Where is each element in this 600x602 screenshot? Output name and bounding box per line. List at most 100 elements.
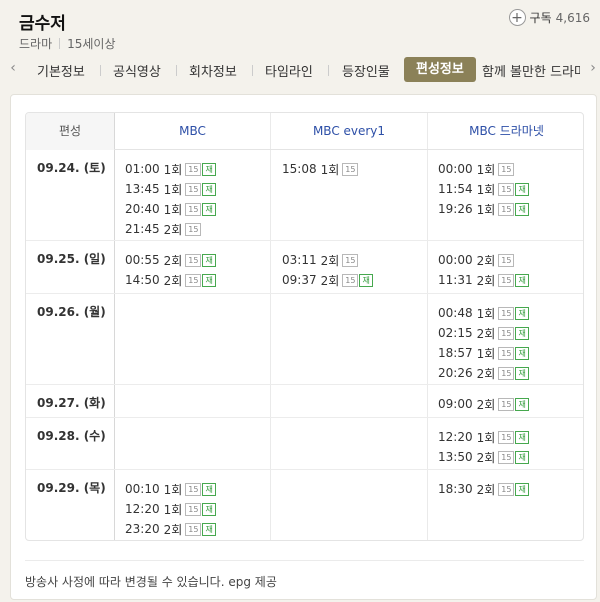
broadcast-time: 09:37	[282, 273, 317, 287]
age-rating-badge: 15	[498, 273, 515, 287]
episode-number: 2회	[476, 482, 496, 497]
broadcast-time: 20:26	[438, 366, 473, 380]
broadcast-entry: 02:15 2회 15 재	[438, 323, 529, 343]
age-rating-badge: 15	[498, 397, 515, 411]
subscribe-label: 구독	[529, 11, 552, 25]
age-rating-badge: 15	[185, 253, 202, 267]
broadcast-entry: 20:26 2회 15 재	[438, 363, 529, 383]
meta-divider	[59, 38, 61, 49]
row-date: 09.29. (목)	[37, 481, 106, 495]
table-row: 09.27. (화) 09:00 2회 15 재	[26, 385, 583, 418]
age-rating-badge: 15	[498, 346, 515, 360]
tab-episode-info[interactable]: 회차정보	[189, 61, 237, 80]
schedule-cell: 00:00 2회 15 11:31 2회 15 재	[438, 250, 529, 290]
tab-basic-info[interactable]: 기본정보	[37, 61, 85, 80]
broadcast-time: 13:50	[438, 450, 473, 464]
age-rating-badge: 15	[498, 450, 515, 464]
subscribe-button[interactable]: + 구독 4,616	[508, 9, 590, 26]
age-rating-badge: 15	[498, 482, 515, 496]
schedule-cell: 01:00 1회 15 재 13:45 1회 15 재 20:40 1회 15 재 21:45 2회 15	[125, 159, 216, 239]
episode-number: 1회	[163, 202, 183, 217]
rerun-badge: 재	[515, 306, 529, 320]
broadcast-entry: 00:55 2회 15 재	[125, 250, 216, 270]
broadcast-entry: 00:00 1회 15	[438, 159, 529, 179]
episode-number: 1회	[476, 202, 496, 217]
age-rating-badge: 15	[185, 202, 202, 216]
broadcast-time: 00:00	[438, 162, 473, 176]
tab-timeline[interactable]: 타임라인	[265, 61, 313, 80]
broadcast-entry: 13:50 2회 15 재	[438, 447, 529, 467]
table-row: 09.29. (목) 00:10 1회 15 재 12:20 1회 15 재 23:20 2회 15 재…	[26, 470, 583, 540]
broadcast-time: 18:30	[438, 482, 473, 496]
broadcast-time: 12:20	[438, 430, 473, 444]
tab-divider	[176, 65, 177, 76]
episode-number: 2회	[476, 450, 496, 465]
broadcast-entry: 13:45 1회 15 재	[125, 179, 216, 199]
age-rating-badge: 15	[342, 253, 359, 267]
rerun-badge: 재	[202, 482, 216, 496]
row-date: 09.25. (일)	[37, 252, 106, 266]
broadcast-time: 21:45	[125, 222, 160, 236]
schedule-cell: 00:10 1회 15 재 12:20 1회 15 재 23:20 2회 15 재	[125, 479, 216, 539]
broadcast-time: 02:15	[438, 326, 473, 340]
broadcast-entry: 20:40 1회 15 재	[125, 199, 216, 219]
broadcast-entry: 00:00 2회 15	[438, 250, 529, 270]
epg-note: 방송사 사정에 따라 변경될 수 있습니다. epg 제공	[25, 575, 277, 589]
schedule-cell: 18:30 2회 15 재	[438, 479, 529, 499]
episode-number: 1회	[476, 346, 496, 361]
tab-recommended[interactable]: 함께 볼만한 드라마	[482, 61, 580, 80]
age-rating-badge: 15	[498, 253, 515, 267]
episode-number: 2회	[163, 522, 183, 537]
episode-number: 1회	[163, 162, 183, 177]
broadcast-time: 00:10	[125, 482, 160, 496]
age-rating-badge: 15	[185, 182, 202, 196]
chevron-right-icon[interactable]: ›	[586, 60, 600, 76]
episode-number: 1회	[163, 482, 183, 497]
schedule-cell: 12:20 1회 15 재 13:50 2회 15 재	[438, 427, 529, 467]
subscribe-count: 4,616	[555, 10, 590, 25]
broadcast-entry: 18:57 1회 15 재	[438, 343, 529, 363]
episode-number: 2회	[476, 253, 496, 268]
episode-number: 2회	[476, 366, 496, 381]
genre-label: 드라마	[19, 37, 53, 51]
episode-number: 2회	[163, 222, 183, 237]
broadcast-entry: 23:20 2회 15 재	[125, 519, 216, 539]
tab-cast[interactable]: 등장인물	[342, 61, 390, 80]
plus-circle-icon[interactable]: +	[508, 9, 526, 26]
program-header: 금수저 드라마 15세이상 + 구독 4,616	[0, 0, 600, 58]
rerun-badge: 재	[202, 522, 216, 536]
rerun-badge: 재	[515, 450, 529, 464]
rerun-badge: 재	[202, 273, 216, 287]
broadcast-time: 01:00	[125, 162, 160, 176]
tab-official-video[interactable]: 공식영상	[113, 61, 161, 80]
age-rating-badge: 15	[185, 522, 202, 536]
tab-divider	[100, 65, 101, 76]
episode-number: 2회	[163, 253, 183, 268]
broadcast-entry: 18:30 2회 15 재	[438, 479, 529, 499]
schedule-card: 편성 MBC MBC every1 MBC 드라마넷 09.24. (토) 01:…	[10, 94, 597, 600]
broadcast-time: 11:54	[438, 182, 473, 196]
broadcast-entry: 12:20 1회 15 재	[125, 499, 216, 519]
chevron-left-icon[interactable]: ‹	[6, 60, 20, 76]
schedule-table: 편성 MBC MBC every1 MBC 드라마넷 09.24. (토) 01:…	[25, 112, 584, 541]
broadcast-entry: 11:31 2회 15 재	[438, 270, 529, 290]
broadcast-time: 11:31	[438, 273, 473, 287]
age-rating-badge: 15	[342, 162, 359, 176]
rerun-badge: 재	[202, 253, 216, 267]
tab-schedule[interactable]: 편성정보	[404, 57, 476, 82]
rerun-badge: 재	[202, 502, 216, 516]
episode-number: 1회	[476, 430, 496, 445]
tab-divider	[328, 65, 329, 76]
age-rating-badge: 15	[185, 502, 202, 516]
row-date: 09.27. (화)	[37, 396, 106, 410]
table-row: 09.25. (일) 00:55 2회 15 재 14:50 2회 15 재 03:11 2회 15 0…	[26, 241, 583, 294]
broadcast-entry: 14:50 2회 15 재	[125, 270, 216, 290]
age-rating-badge: 15	[185, 482, 202, 496]
broadcast-time: 09:00	[438, 397, 473, 411]
broadcast-entry: 12:20 1회 15 재	[438, 427, 529, 447]
schedule-cell: 03:11 2회 15 09:37 2회 15 재	[282, 250, 373, 290]
broadcast-time: 13:45	[125, 182, 160, 196]
rerun-badge: 재	[515, 326, 529, 340]
broadcast-time: 14:50	[125, 273, 160, 287]
episode-number: 2회	[476, 397, 496, 412]
